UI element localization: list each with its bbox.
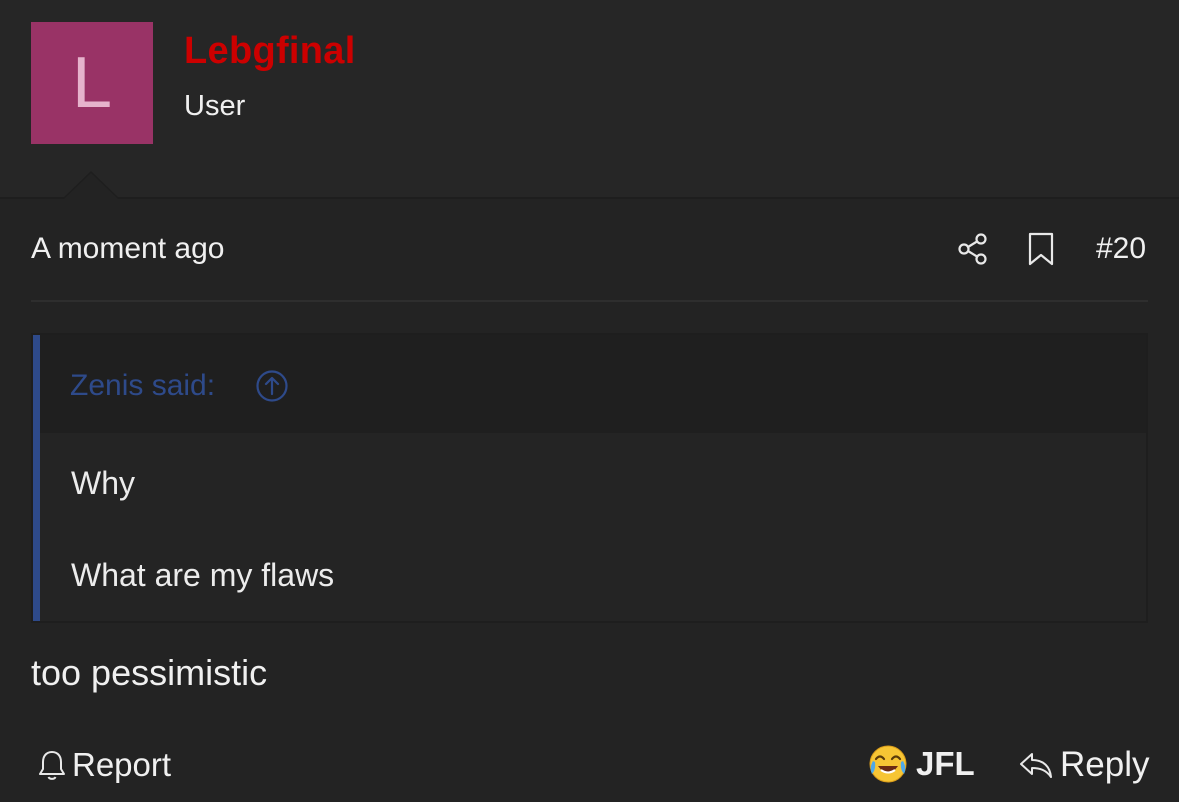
- bell-icon: [39, 751, 65, 780]
- post-number-link[interactable]: #20: [1096, 232, 1146, 266]
- forum-post: L Lebgfinal User A moment ago #20 Zenis …: [0, 0, 1179, 802]
- quote-text-line: What are my flaws: [71, 557, 335, 593]
- reaction-label: JFL: [916, 745, 975, 782]
- message-body: too pessimistic: [31, 652, 268, 693]
- username-link[interactable]: Lebgfinal: [184, 30, 356, 73]
- divider: [31, 300, 1148, 302]
- quote-author-link[interactable]: Zenis said:: [70, 369, 215, 403]
- report-button[interactable]: Report: [36, 745, 171, 785]
- author-bar: L Lebgfinal User: [0, 0, 1179, 199]
- reaction-button[interactable]: JFL: [868, 742, 975, 786]
- reply-button[interactable]: Reply: [1018, 745, 1149, 785]
- quote-accent-bar: [33, 335, 40, 621]
- quote-text-line: Why: [71, 465, 135, 501]
- face-with-tears-of-joy-icon: [869, 745, 907, 783]
- reply-arrow-icon: [1020, 753, 1052, 778]
- quote-header: Zenis said:: [40, 335, 1146, 433]
- arrow-up-circle-icon[interactable]: [255, 369, 289, 403]
- reply-label: Reply: [1060, 745, 1150, 784]
- quote-block: Zenis said: Why What are my flaws: [31, 333, 1148, 623]
- user-title: User: [184, 90, 246, 122]
- share-icon[interactable]: [956, 232, 990, 266]
- bookmark-icon[interactable]: [1027, 232, 1055, 266]
- post-timestamp[interactable]: A moment ago: [31, 232, 224, 266]
- report-label: Report: [72, 746, 172, 783]
- avatar[interactable]: L: [31, 22, 153, 144]
